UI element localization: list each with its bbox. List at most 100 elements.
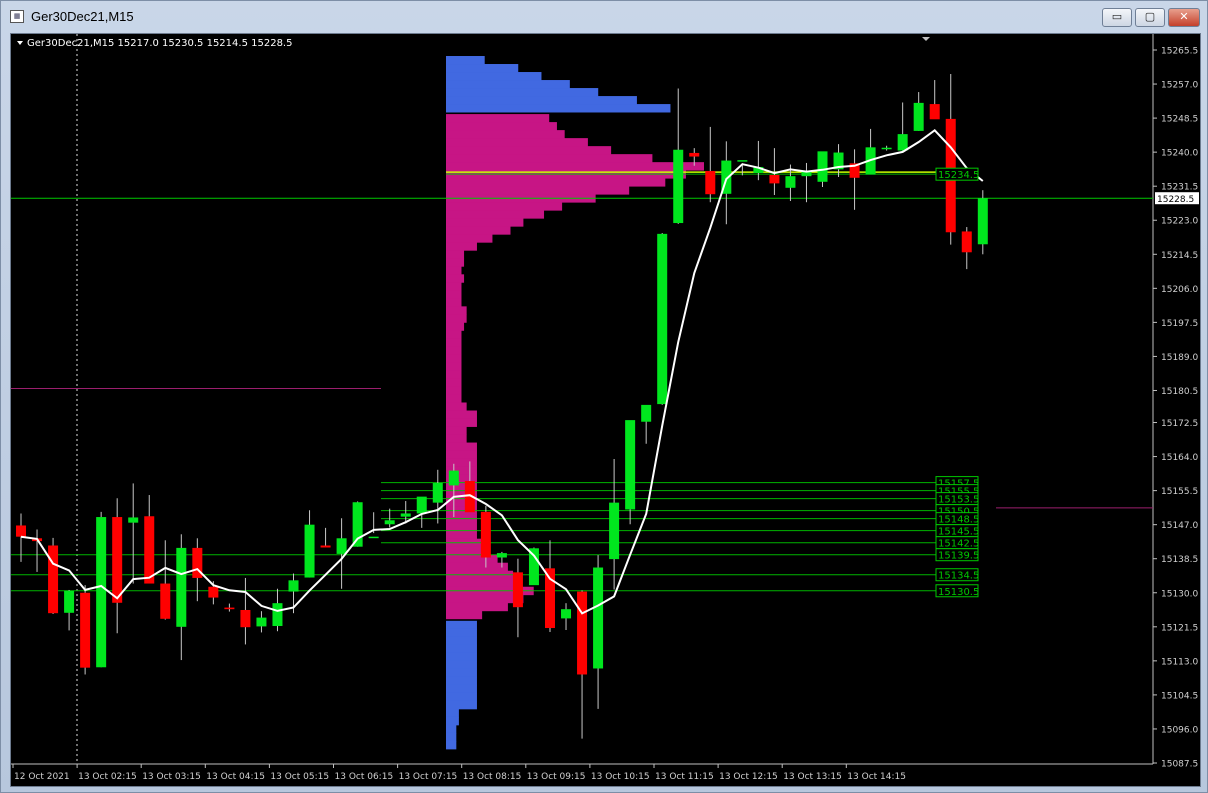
price-tick-label: 15147.0 — [1161, 521, 1198, 531]
bear-candle — [769, 174, 780, 184]
volume-profile-bar — [446, 80, 570, 89]
price-tick-label: 15130.0 — [1161, 589, 1198, 599]
chart-menu-arrow-icon — [17, 41, 23, 45]
volume-profile-bar — [446, 386, 462, 395]
price-tick-label: 15087.5 — [1161, 760, 1198, 770]
price-tick-label: 15180.5 — [1161, 387, 1198, 397]
shift-marker-icon — [922, 37, 930, 41]
bull-candle — [64, 590, 75, 613]
volume-profile-bar — [446, 130, 565, 139]
bear-candle — [929, 104, 940, 120]
price-tick-label: 15104.5 — [1161, 691, 1198, 701]
volume-profile-bar — [446, 154, 653, 163]
volume-profile-bar — [446, 64, 519, 73]
volume-profile-bar — [446, 644, 477, 654]
volume-profile-bar — [446, 708, 459, 718]
price-tick-label: 15257.0 — [1161, 81, 1198, 91]
volume-profile-bar — [446, 442, 477, 451]
price-tick-label: 15231.5 — [1161, 183, 1198, 193]
current-price-label: 15228.5 — [1157, 195, 1194, 205]
bear-candle — [224, 607, 235, 610]
price-tick-label: 15121.5 — [1161, 623, 1198, 633]
time-tick-label: 13 Oct 03:15 — [142, 772, 201, 782]
bull-candle — [432, 483, 443, 503]
bull-candle — [496, 553, 507, 558]
candlestick-chart[interactable]: 15265.5 15257.0 15248.5 15240.0 15231.5 15223… — [11, 34, 1200, 786]
volume-profile-bar — [446, 72, 542, 81]
maximize-button[interactable]: ▢ — [1135, 8, 1165, 27]
volume-profile-bar — [446, 410, 477, 419]
bear-candle — [144, 516, 155, 584]
volume-profile-bar — [446, 250, 465, 259]
volume-profile-bar — [446, 676, 477, 686]
volume-profile-bar — [446, 282, 462, 291]
volume-profile-bar — [446, 602, 508, 612]
volume-profile-bar — [446, 354, 462, 363]
volume-profile-bar — [446, 338, 462, 347]
volume-profile-bar — [446, 314, 467, 323]
volume-profile-bar — [446, 394, 462, 403]
time-tick-label: 13 Oct 14:15 — [847, 772, 906, 782]
volume-profile-bar — [446, 162, 704, 171]
volume-profile-bar — [446, 226, 511, 235]
volume-profile-bar — [446, 660, 477, 670]
bull-candle — [913, 102, 924, 131]
price-tick-label: 15096.0 — [1161, 725, 1198, 735]
window-title: Ger30Dec21,M15 — [31, 9, 134, 24]
volume-profile-bar — [446, 700, 477, 710]
bull-candle — [304, 524, 315, 578]
volume-profile-bar — [446, 610, 483, 620]
price-tick-label: 15155.5 — [1161, 487, 1198, 497]
bull-candle — [368, 536, 379, 539]
volume-profile-bar — [446, 104, 671, 113]
level-label: 15153.5 — [938, 495, 979, 506]
volume-profile-bar — [446, 266, 462, 275]
level-label: 15142.5 — [938, 539, 979, 550]
volume-profile-bar — [446, 530, 477, 540]
volume-profile-bar — [446, 330, 462, 339]
volume-profile-bar — [446, 96, 637, 105]
bull-candle — [384, 520, 395, 525]
time-tick-label: 13 Oct 07:15 — [399, 772, 458, 782]
bear-candle — [577, 591, 588, 675]
title-bar[interactable]: ▦ Ger30Dec21,M15 ▭ ▢ ✕ — [1, 1, 1207, 33]
bull-candle — [400, 513, 411, 517]
bear-candle — [112, 517, 123, 603]
bull-candle — [561, 609, 572, 619]
price-tick-label: 15189.0 — [1161, 353, 1198, 363]
price-tick-label: 15172.5 — [1161, 419, 1198, 429]
bull-candle — [528, 548, 539, 586]
bear-candle — [240, 609, 251, 628]
time-tick-label: 13 Oct 05:15 — [270, 772, 329, 782]
time-tick-label: 12 Oct 2021 — [14, 772, 70, 782]
volume-profile-bar — [446, 562, 508, 572]
volume-profile-bar — [446, 274, 465, 283]
volume-profile-bar — [446, 234, 493, 243]
level-label: 15234.5 — [938, 170, 979, 181]
volume-profile-bar — [446, 178, 666, 187]
bull-candle — [336, 538, 347, 554]
volume-profile-bar — [446, 88, 599, 97]
bull-candle — [609, 502, 620, 560]
bull-candle — [881, 147, 892, 150]
bull-candle — [817, 151, 828, 182]
volume-profile-bar — [446, 146, 612, 155]
level-label: 15130.5 — [938, 587, 979, 598]
volume-profile-bar — [446, 202, 563, 211]
volume-profile-bar — [446, 652, 477, 662]
close-button[interactable]: ✕ — [1168, 8, 1200, 27]
time-tick-label: 13 Oct 02:15 — [78, 772, 137, 782]
chart-area[interactable]: 15265.5 15257.0 15248.5 15240.0 15231.5 15223… — [10, 33, 1201, 787]
bull-candle — [288, 580, 299, 592]
minimize-button[interactable]: ▭ — [1102, 8, 1132, 27]
bull-candle — [272, 603, 283, 627]
bear-candle — [705, 170, 716, 195]
volume-profile-bar — [446, 594, 524, 604]
bull-candle — [977, 198, 988, 245]
volume-profile-bar — [446, 362, 462, 371]
volume-profile-bar — [446, 114, 550, 123]
bear-candle — [16, 525, 26, 537]
volume-profile-bar — [446, 620, 477, 630]
volume-profile-bar — [446, 138, 588, 147]
bull-candle — [128, 517, 139, 523]
